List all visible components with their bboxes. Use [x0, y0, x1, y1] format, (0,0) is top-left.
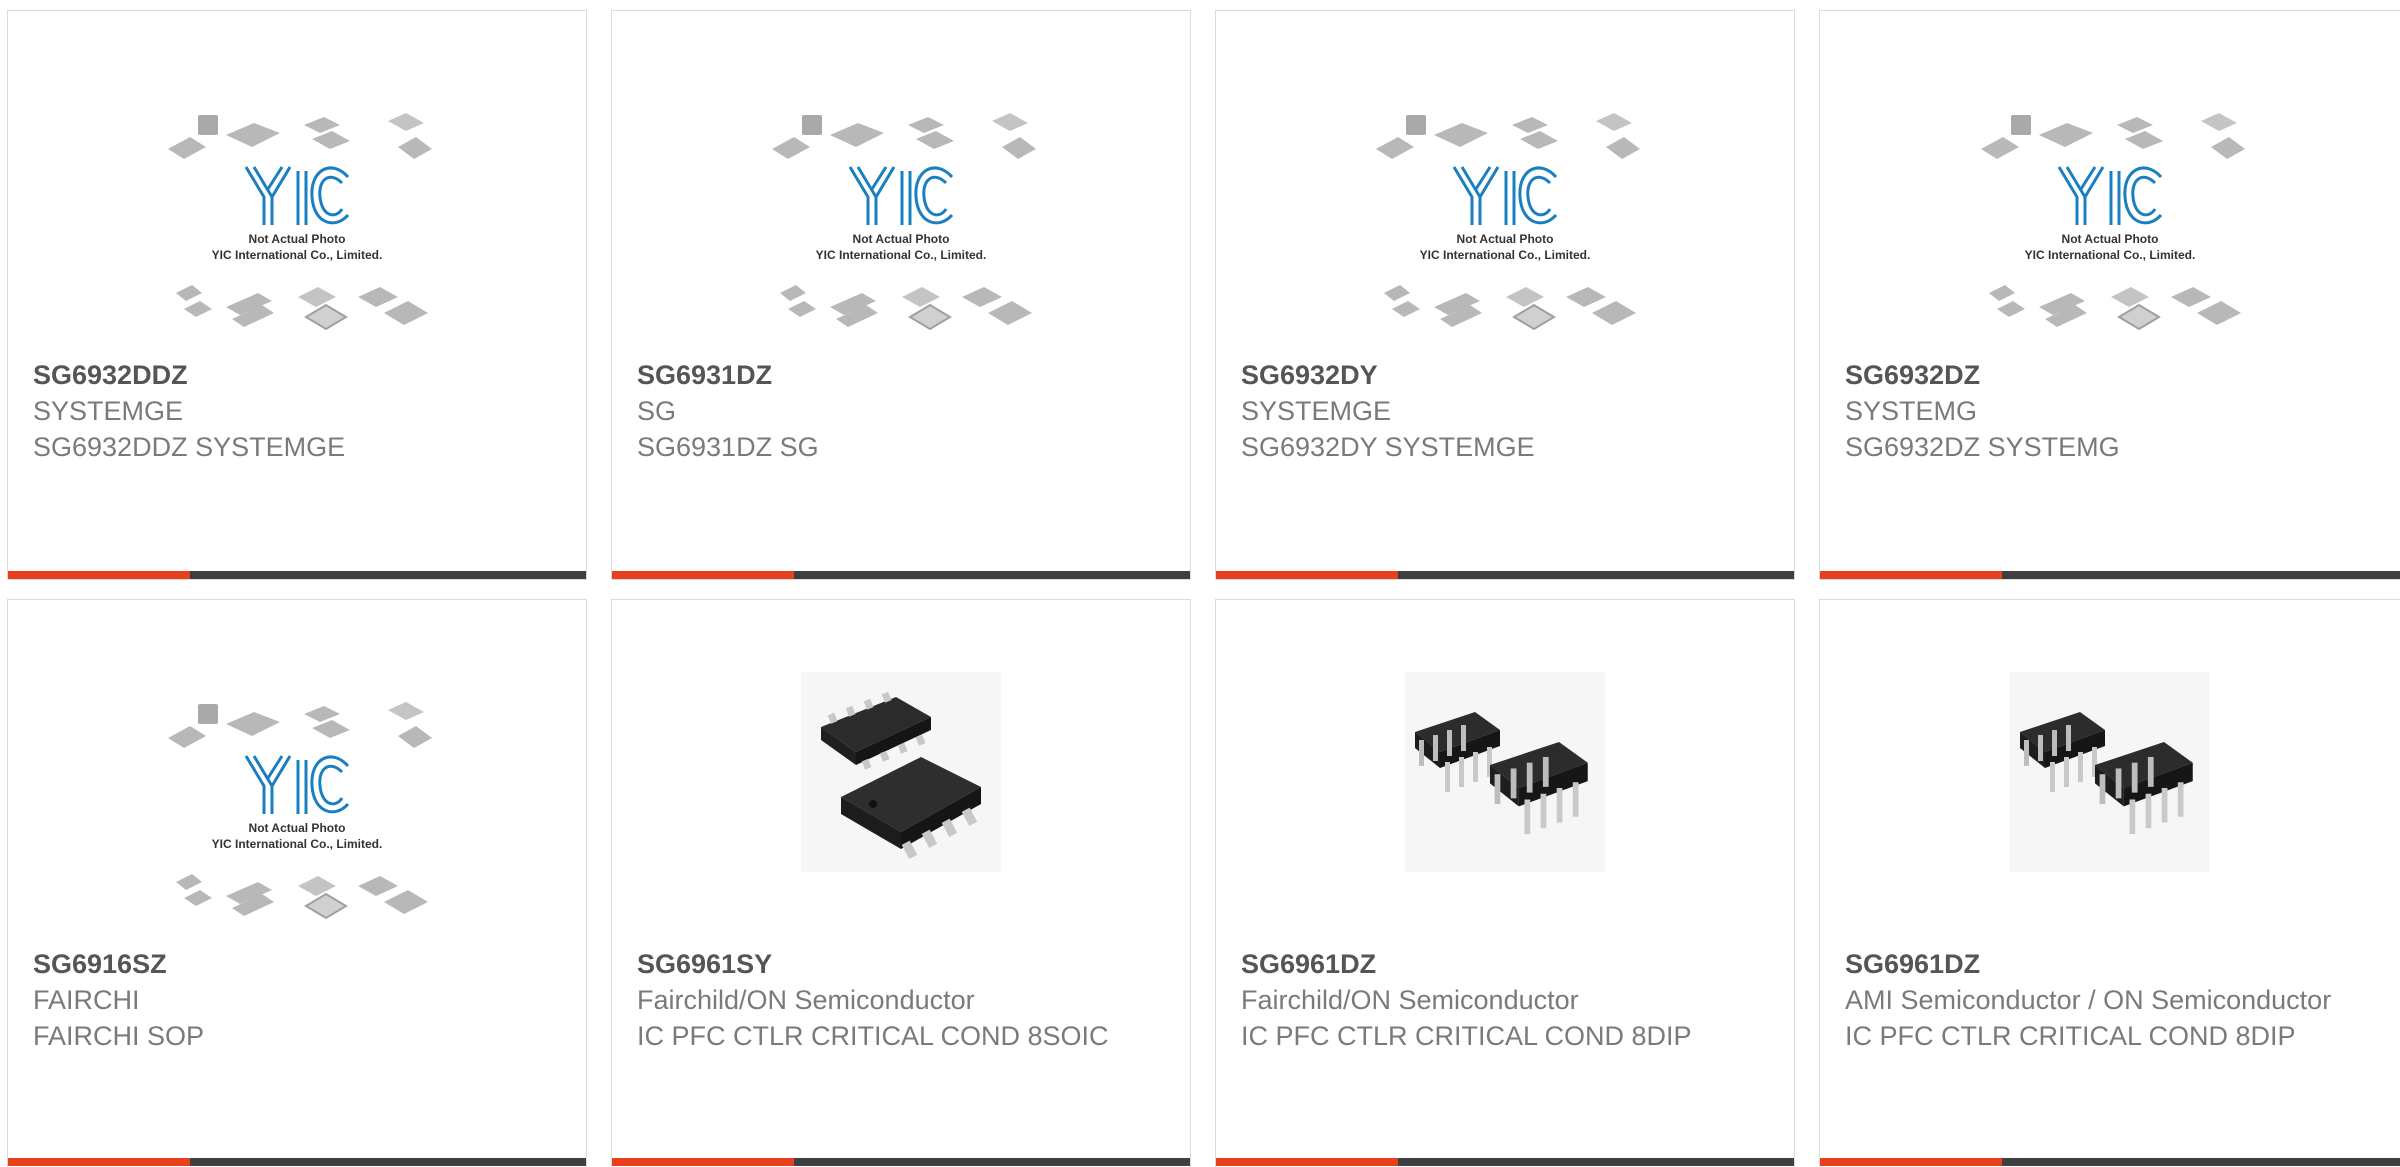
product-card[interactable]: Not Actual Photo YIC International Co., … — [1819, 10, 2400, 580]
svg-text:YIC International Co., Limited: YIC International Co., Limited. — [212, 837, 383, 851]
card-accent-bar — [8, 571, 190, 579]
dip-8-chip-photo — [2010, 672, 2210, 872]
manufacturer: Fairchild/ON Semiconductor — [1241, 985, 1579, 1015]
card-accent-bar — [1216, 1158, 1398, 1166]
card-bottom-bar — [8, 1158, 586, 1166]
chip-package-icons-bottom — [176, 285, 428, 331]
card-accent-bar — [612, 1158, 794, 1166]
yic-logo — [2057, 166, 2163, 225]
manufacturer: SYSTEMG — [1845, 396, 1978, 426]
card-bottom-bar — [1216, 1158, 1794, 1166]
product-card[interactable]: Not Actual Photo YIC International Co., … — [1215, 10, 1795, 580]
svg-text:Not Actual Photo: Not Actual Photo — [2062, 232, 2159, 246]
yic-logo — [244, 166, 350, 225]
product-card[interactable]: Not Actual Photo YIC International Co., … — [611, 10, 1191, 580]
placeholder-photo: Not Actual Photo YIC International Co., … — [162, 686, 432, 938]
chip-package-icons-bottom — [1989, 285, 2241, 331]
description: FAIRCHI SOP — [33, 1021, 205, 1051]
product-grid: Not Actual Photo YIC International Co., … — [0, 0, 2400, 1167]
product-card[interactable]: SG6961DZ AMI Semiconductor / ON Semicond… — [1819, 599, 2400, 1167]
part-number[interactable]: SG6961SY — [637, 946, 1170, 982]
chip-package-icons-top — [168, 113, 432, 159]
part-number[interactable]: SG6961DZ — [1845, 946, 2398, 982]
card-accent-bar — [612, 571, 794, 579]
part-number[interactable]: SG6961DZ — [1241, 946, 1774, 982]
svg-text:YIC International Co., Limited: YIC International Co., Limited. — [2025, 248, 2196, 262]
svg-text:Not Actual Photo: Not Actual Photo — [1457, 232, 1554, 246]
product-card[interactable]: SG6961SY Fairchild/ON Semiconductor IC P… — [611, 599, 1191, 1167]
placeholder-photo: Not Actual Photo YIC International Co., … — [766, 97, 1036, 349]
manufacturer: SYSTEMGE — [33, 396, 184, 426]
part-number[interactable]: SG6932DY — [1241, 357, 1774, 393]
part-number[interactable]: SG6931DZ — [637, 357, 1170, 393]
description: IC PFC CTLR CRITICAL COND 8DIP — [1845, 1021, 2296, 1051]
card-bottom-bar — [612, 571, 1190, 579]
card-accent-bar — [1216, 571, 1398, 579]
card-accent-bar — [1820, 1158, 2002, 1166]
product-card[interactable]: Not Actual Photo YIC International Co., … — [7, 599, 587, 1167]
description: IC PFC CTLR CRITICAL COND 8DIP — [1241, 1021, 1692, 1051]
manufacturer: Fairchild/ON Semiconductor — [637, 985, 975, 1015]
card-bottom-bar — [612, 1158, 1190, 1166]
card-bottom-bar — [8, 571, 586, 579]
card-bottom-bar — [1216, 571, 1794, 579]
dip-8-chip-photo — [1405, 672, 1605, 872]
description: SG6932DZ SYSTEMG — [1845, 432, 2120, 462]
yic-logo — [244, 755, 350, 814]
manufacturer: FAIRCHI — [33, 985, 140, 1015]
card-bottom-bar — [1820, 1158, 2400, 1166]
manufacturer: AMI Semiconductor / ON Semiconductor — [1845, 985, 2332, 1015]
part-number[interactable]: SG6932DDZ — [33, 357, 566, 393]
svg-text:Not Actual Photo: Not Actual Photo — [853, 232, 950, 246]
card-accent-bar — [1820, 571, 2002, 579]
chip-package-icons-top — [1981, 113, 2245, 159]
product-card[interactable]: Not Actual Photo YIC International Co., … — [7, 10, 587, 580]
chip-package-icons-top — [772, 113, 1036, 159]
description: SG6931DZ SG — [637, 432, 819, 462]
svg-text:YIC International Co., Limited: YIC International Co., Limited. — [1420, 248, 1591, 262]
soic-8-chip-photo — [801, 672, 1001, 872]
placeholder-photo: Not Actual Photo YIC International Co., … — [162, 97, 432, 349]
chip-package-icons-top — [168, 702, 432, 748]
svg-text:YIC International Co., Limited: YIC International Co., Limited. — [212, 248, 383, 262]
svg-text:Not Actual Photo: Not Actual Photo — [249, 821, 346, 835]
card-bottom-bar — [1820, 571, 2400, 579]
chip-package-icons-top — [1376, 113, 1640, 159]
description: SG6932DDZ SYSTEMGE — [33, 432, 346, 462]
yic-logo — [848, 166, 954, 225]
product-card[interactable]: SG6961DZ Fairchild/ON Semiconductor IC P… — [1215, 599, 1795, 1167]
placeholder-photo: Not Actual Photo YIC International Co., … — [1975, 97, 2245, 349]
chip-package-icons-bottom — [1384, 285, 1636, 331]
description: SG6932DY SYSTEMGE — [1241, 432, 1535, 462]
card-accent-bar — [8, 1158, 190, 1166]
chip-package-icons-bottom — [176, 874, 428, 920]
svg-text:Not Actual Photo: Not Actual Photo — [249, 232, 346, 246]
yic-logo — [1452, 166, 1558, 225]
part-number[interactable]: SG6932DZ — [1845, 357, 2398, 393]
placeholder-photo: Not Actual Photo YIC International Co., … — [1370, 97, 1640, 349]
chip-package-icons-bottom — [780, 285, 1032, 331]
description: IC PFC CTLR CRITICAL COND 8SOIC — [637, 1021, 1109, 1051]
manufacturer: SG — [637, 396, 677, 426]
svg-text:YIC International Co., Limited: YIC International Co., Limited. — [816, 248, 987, 262]
manufacturer: SYSTEMGE — [1241, 396, 1392, 426]
part-number[interactable]: SG6916SZ — [33, 946, 566, 982]
